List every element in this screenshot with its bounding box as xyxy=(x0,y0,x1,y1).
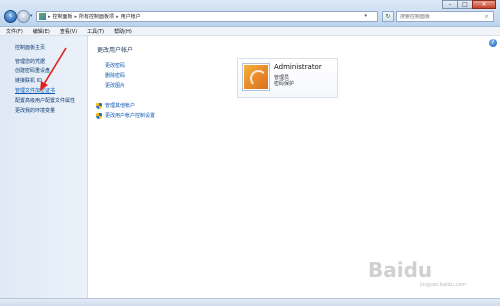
remove-password-link[interactable]: 删除密码 xyxy=(105,72,125,79)
sidebar-item-link-online-id[interactable]: 链接联机 ID xyxy=(15,77,42,84)
sidebar-item-password-reset-disk[interactable]: 创建密码重设盘 xyxy=(15,67,50,74)
refresh-button[interactable]: ↻ xyxy=(382,11,394,22)
title-bar: – □ ✕ ‹ › ▾ ▸ 控制面板 ▸ 所有控制面板项 ▸ 用户帐户 ▾ ↻ … xyxy=(0,0,500,27)
search-icon[interactable]: ⌕ xyxy=(485,13,488,21)
user-account-card: Administrator 管理员 密码保护 xyxy=(237,58,338,98)
menu-file[interactable]: 文件(F) xyxy=(6,28,23,35)
change-password-link[interactable]: 更改密码 xyxy=(105,62,125,69)
menu-edit[interactable]: 编辑(E) xyxy=(33,28,50,35)
watermark-url: jingyan.baidu.com xyxy=(420,282,467,288)
uac-settings-label[interactable]: 更改用户帐户控制设置 xyxy=(105,112,155,119)
breadcrumb-user-accounts[interactable]: 用户帐户 xyxy=(121,13,141,20)
close-button[interactable]: ✕ xyxy=(472,0,496,9)
window-controls: – □ ✕ xyxy=(442,0,496,9)
watermark-logo: Baidu xyxy=(368,258,433,282)
main-content: ? 更改用户帐户 更改密码 删除密码 更改图片 管理其他帐户 更改用户帐户控制设… xyxy=(89,36,500,298)
sidebar-home-link[interactable]: 控制面板主页 xyxy=(15,44,45,51)
user-status: 密码保护 xyxy=(274,81,295,87)
breadcrumb-separator-icon[interactable]: ▸ xyxy=(48,14,51,20)
back-button[interactable]: ‹ xyxy=(4,10,17,23)
avatar xyxy=(242,63,270,91)
forward-button[interactable]: › xyxy=(17,10,30,23)
sidebar: 控制面板主页 管理您的凭据 创建密码重设盘 链接联机 ID 管理文件加密证书 配… xyxy=(0,36,88,298)
menu-bar: 文件(F) 编辑(E) 查看(V) 工具(T) 帮助(H) xyxy=(0,27,500,36)
control-panel-icon xyxy=(39,13,46,20)
sidebar-item-file-encryption-certificates[interactable]: 管理文件加密证书 xyxy=(15,87,55,94)
manage-other-accounts-label[interactable]: 管理其他帐户 xyxy=(105,102,135,109)
uac-shield-icon xyxy=(96,102,102,109)
menu-help[interactable]: 帮助(H) xyxy=(114,28,132,35)
manage-other-accounts-link[interactable]: 管理其他帐户 xyxy=(96,102,135,109)
breadcrumb-separator-icon[interactable]: ▸ xyxy=(116,14,119,20)
sidebar-item-environment-variables[interactable]: 更改我的环境变量 xyxy=(15,107,55,114)
uac-settings-link[interactable]: 更改用户帐户控制设置 xyxy=(96,112,155,119)
user-name: Administrator xyxy=(274,63,322,71)
page-title: 更改用户帐户 xyxy=(97,47,134,54)
maximize-button[interactable]: □ xyxy=(457,0,473,9)
address-dropdown-icon[interactable]: ▾ xyxy=(364,13,367,19)
status-bar xyxy=(0,298,500,306)
breadcrumb-control-panel[interactable]: 控制面板 xyxy=(53,13,73,20)
menu-view[interactable]: 查看(V) xyxy=(60,28,77,35)
help-icon[interactable]: ? xyxy=(489,39,497,47)
minimize-button[interactable]: – xyxy=(442,0,458,9)
search-input[interactable] xyxy=(400,13,485,20)
address-bar[interactable]: ▸ 控制面板 ▸ 所有控制面板项 ▸ 用户帐户 ▾ xyxy=(36,11,378,22)
breadcrumb-all-items[interactable]: 所有控制面板项 xyxy=(79,13,114,20)
sidebar-item-manage-credentials[interactable]: 管理您的凭据 xyxy=(15,58,45,65)
menu-tools[interactable]: 工具(T) xyxy=(87,28,104,35)
breadcrumb-separator-icon[interactable]: ▸ xyxy=(75,14,78,20)
sidebar-item-advanced-profile-properties[interactable]: 配置高级用户配置文件属性 xyxy=(15,97,75,104)
change-picture-link[interactable]: 更改图片 xyxy=(105,82,125,89)
user-picture-icon xyxy=(244,65,268,89)
uac-shield-icon xyxy=(96,112,102,119)
search-box[interactable]: ⌕ xyxy=(396,11,494,22)
